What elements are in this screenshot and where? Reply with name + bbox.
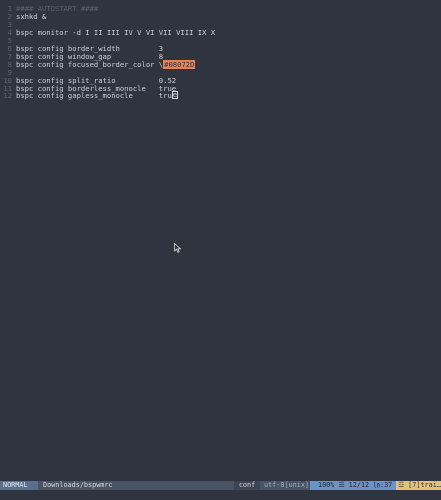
status-line: NORMAL Downloads/bspwmrc conf utf-8[unix… xyxy=(0,481,441,490)
trailing-whitespace-warning: ☲ [7]trai… xyxy=(396,481,441,490)
line-text: bspc config gapless_monocle true xyxy=(16,90,179,101)
code-text: bspc config gapless_monocle tru xyxy=(16,91,172,101)
file-path: Downloads/bspwmrc xyxy=(38,481,234,490)
editor-line[interactable]: 12 bspc config gapless_monocle true xyxy=(0,91,441,100)
mode-indicator: NORMAL xyxy=(0,481,38,490)
mouse-cursor-icon xyxy=(174,243,182,253)
text-cursor: e xyxy=(171,90,179,100)
editor-buffer[interactable]: 1 #### AUTOSTART #### 2 sxhkd & 3 4 bspc monit… xyxy=(0,0,441,481)
filetype-label: conf xyxy=(238,481,256,489)
cursor-position: 100% ☰ 12/12 ㏑:37 xyxy=(310,481,396,490)
encoding-label: utf-8[unix] xyxy=(260,481,310,490)
line-number: 12 xyxy=(3,91,12,101)
command-line[interactable] xyxy=(0,490,441,500)
